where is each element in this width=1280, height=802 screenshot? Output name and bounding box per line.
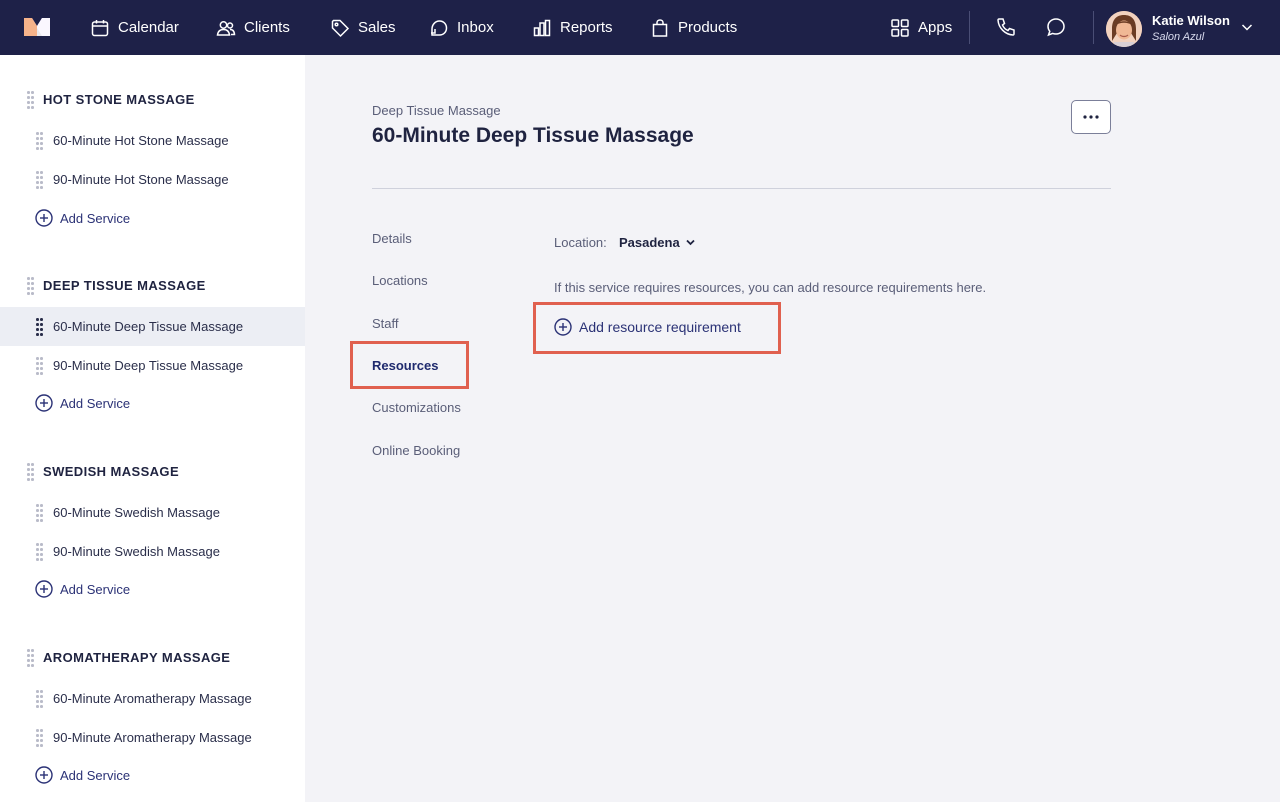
nav-products-label: Products [678,19,738,36]
user-avatar[interactable] [1106,11,1142,47]
highlight-box-resources-tab [350,341,469,389]
add-service-button[interactable]: Add Service [35,578,130,600]
apps-grid-icon [891,18,909,37]
tab-staff[interactable]: Staff [372,316,399,331]
nav-divider [1093,11,1094,44]
plus-circle-icon [35,580,53,598]
user-name[interactable]: Katie Wilson [1152,13,1230,28]
nav-products[interactable]: Products [650,0,737,55]
user-salon: Salon Azul [1152,31,1205,43]
nav-reports-label: Reports [560,19,613,36]
group-title: DEEP TISSUE MASSAGE [43,278,206,293]
nav-clients-label: Clients [244,19,290,36]
add-service-label: Add Service [60,581,131,597]
nav-sales-label: Sales [358,19,396,36]
tab-details[interactable]: Details [372,231,412,246]
bar-chart-icon [533,19,551,36]
sidebar-service-item[interactable]: 90-Minute Deep Tissue Massage [0,346,305,385]
nav-calendar[interactable]: Calendar [90,0,179,55]
header-divider [372,188,1111,189]
add-service-label: Add Service [60,395,131,411]
group-title: AROMATHERAPY MASSAGE [43,650,231,665]
ellipsis-icon [1083,115,1099,119]
calendar-icon [91,19,109,36]
location-select[interactable]: Pasadena [619,235,696,250]
avatar-image [1106,11,1142,47]
service-label: 90-Minute Aromatherapy Massage [53,730,252,745]
top-nav: Calendar Clients Sales Inbox Reports Pro… [0,0,1280,55]
drag-handle-icon[interactable] [36,132,44,150]
nav-apps[interactable]: Apps [890,0,952,55]
group-title: HOT STONE MASSAGE [43,92,195,107]
service-label: 90-Minute Deep Tissue Massage [53,358,244,373]
drag-handle-icon[interactable] [36,504,44,522]
phone-icon[interactable] [995,16,1017,38]
service-label: 60-Minute Deep Tissue Massage [53,319,244,334]
group-title: SWEDISH MASSAGE [43,464,180,479]
service-label: 60-Minute Aromatherapy Massage [53,691,252,706]
add-service-label: Add Service [60,210,131,226]
sidebar-service-item[interactable]: 60-Minute Aromatherapy Massage [0,679,305,718]
chevron-down-icon [686,239,695,246]
tab-online-booking[interactable]: Online Booking [372,443,460,458]
nav-inbox[interactable]: Inbox [429,0,494,55]
add-service-button[interactable]: Add Service [35,392,130,414]
breadcrumb[interactable]: Deep Tissue Massage [372,103,501,118]
location-value: Pasadena [619,235,680,250]
group-drag-handle-icon[interactable] [27,463,35,481]
page-title: 60-Minute Deep Tissue Massage [372,124,694,147]
drag-handle-icon[interactable] [36,318,44,336]
inbox-icon [431,19,448,36]
location-label: Location: [554,235,607,250]
drag-handle-icon[interactable] [36,171,44,189]
group-drag-handle-icon[interactable] [27,91,35,109]
plus-circle-icon [35,766,53,784]
add-service-label: Add Service [60,767,131,783]
drag-handle-icon[interactable] [36,729,44,747]
more-options-button[interactable] [1071,100,1111,134]
nav-sales[interactable]: Sales [330,0,396,55]
add-service-button[interactable]: Add Service [35,764,130,786]
sidebar-service-item[interactable]: 90-Minute Aromatherapy Massage [0,718,305,757]
chat-icon[interactable] [1045,16,1067,38]
service-label: 60-Minute Swedish Massage [53,505,220,520]
drag-handle-icon[interactable] [36,357,44,375]
sidebar-service-item[interactable]: 60-Minute Hot Stone Massage [0,121,305,160]
sidebar-service-item[interactable]: 90-Minute Hot Stone Massage [0,160,305,199]
resources-info-text: If this service requires resources, you … [554,280,987,295]
service-label: 60-Minute Hot Stone Massage [53,133,229,148]
tag-icon [331,19,350,37]
service-label: 90-Minute Hot Stone Massage [53,172,229,187]
sidebar-service-item-active[interactable]: 60-Minute Deep Tissue Massage [0,307,305,346]
clients-icon [216,20,236,36]
service-label: 90-Minute Swedish Massage [53,544,220,559]
nav-reports[interactable]: Reports [532,0,613,55]
nav-divider [969,11,970,44]
group-drag-handle-icon[interactable] [27,277,35,295]
nav-clients[interactable]: Clients [216,0,290,55]
tab-customizations[interactable]: Customizations [372,400,461,415]
group-drag-handle-icon[interactable] [27,649,35,667]
drag-handle-icon[interactable] [36,543,44,561]
shopping-bag-icon [652,18,668,37]
sidebar-service-item[interactable]: 60-Minute Swedish Massage [0,493,305,532]
plus-circle-icon [35,209,53,227]
drag-handle-icon[interactable] [36,690,44,708]
add-service-button[interactable]: Add Service [35,207,130,229]
tab-locations[interactable]: Locations [372,273,428,288]
nav-inbox-label: Inbox [457,19,494,36]
chevron-down-icon[interactable] [1240,20,1254,34]
sidebar-service-item[interactable]: 90-Minute Swedish Massage [0,532,305,571]
nav-calendar-label: Calendar [118,19,179,36]
nav-apps-label: Apps [918,19,953,36]
highlight-box-add-resource [533,302,781,354]
plus-circle-icon [35,394,53,412]
mangomint-logo-icon[interactable] [22,16,52,38]
